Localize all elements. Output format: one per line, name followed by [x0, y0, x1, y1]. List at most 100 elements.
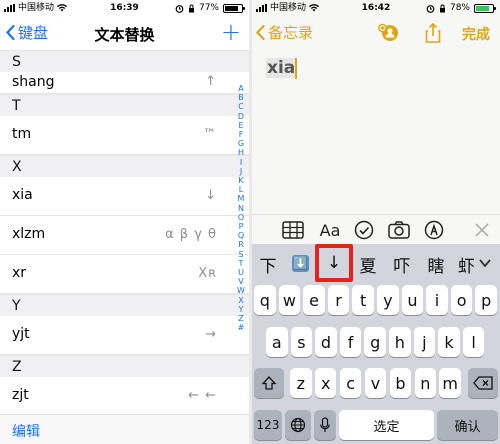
- section-header-x: X: [0, 155, 249, 177]
- index-letter[interactable]: Y: [235, 305, 247, 314]
- shift-key[interactable]: [254, 368, 284, 398]
- camera-icon[interactable]: [388, 219, 410, 241]
- settings-text-replacement-pane: 中国移动 16:39 77% 键盘 文本替换 + S shang ↑ T tm …: [0, 0, 249, 444]
- letter-key[interactable]: r: [327, 285, 350, 315]
- letter-key[interactable]: s: [290, 327, 313, 357]
- index-letter[interactable]: A: [235, 84, 247, 93]
- letter-key[interactable]: k: [438, 327, 460, 357]
- letter-key[interactable]: q: [254, 285, 276, 315]
- space-key[interactable]: 选定: [339, 410, 434, 440]
- letter-key[interactable]: d: [315, 327, 337, 357]
- text-style-button[interactable]: Aa: [318, 219, 342, 241]
- letter-key[interactable]: a: [266, 327, 288, 357]
- letter-key[interactable]: f: [339, 327, 362, 357]
- list-item[interactable]: shang ↑: [0, 72, 249, 94]
- delete-key[interactable]: [468, 368, 498, 398]
- letter-key[interactable]: w: [278, 285, 301, 315]
- shortcut-text: shang: [12, 74, 55, 90]
- index-letter[interactable]: Q: [235, 231, 247, 240]
- done-button[interactable]: 完成: [462, 24, 490, 44]
- list-item[interactable]: xia ↓: [0, 177, 249, 216]
- letter-key[interactable]: y: [377, 285, 399, 315]
- orientation-lock-icon: [439, 4, 445, 12]
- index-letter[interactable]: C: [235, 102, 247, 111]
- alarm-icon: [175, 4, 184, 13]
- checklist-icon[interactable]: [354, 219, 374, 241]
- page-title: 文本替换: [94, 26, 155, 44]
- letter-key[interactable]: e: [303, 285, 325, 315]
- table-icon[interactable]: [282, 219, 304, 241]
- letter-key[interactable]: t: [352, 285, 374, 315]
- index-letter[interactable]: I: [235, 158, 247, 167]
- letter-key[interactable]: b: [389, 368, 412, 398]
- letter-key[interactable]: v: [364, 368, 387, 398]
- index-letter[interactable]: N: [235, 204, 247, 213]
- index-letter[interactable]: B: [235, 93, 247, 102]
- back-button[interactable]: 备忘录: [256, 22, 313, 43]
- index-letter[interactable]: T: [235, 259, 247, 268]
- index-letter[interactable]: O: [235, 213, 247, 222]
- letter-key[interactable]: o: [450, 285, 473, 315]
- index-letter[interactable]: H: [235, 148, 247, 157]
- letter-key[interactable]: h: [389, 327, 411, 357]
- index-letter[interactable]: S: [235, 250, 247, 259]
- index-letter[interactable]: X: [235, 296, 247, 305]
- close-icon[interactable]: [474, 219, 490, 241]
- index-letter[interactable]: L: [235, 185, 247, 194]
- index-letter[interactable]: #: [235, 323, 247, 332]
- phrase-text: ™: [203, 127, 217, 142]
- list-item[interactable]: yjt →: [0, 316, 249, 355]
- index-letter[interactable]: D: [235, 112, 247, 121]
- letter-key[interactable]: n: [414, 368, 437, 398]
- letter-key[interactable]: g: [364, 327, 386, 357]
- index-letter[interactable]: V: [235, 277, 247, 286]
- shortcut-text: xia: [12, 187, 33, 203]
- list-item[interactable]: xr Xʀ: [0, 255, 249, 294]
- index-letter[interactable]: R: [235, 240, 247, 249]
- index-letter[interactable]: Z: [235, 314, 247, 323]
- index-letter[interactable]: G: [235, 139, 247, 148]
- letter-key[interactable]: l: [462, 327, 485, 357]
- format-toolbar: Aa: [252, 214, 500, 244]
- candidate-item[interactable]: ⬇️: [292, 255, 309, 272]
- candidate-item[interactable]: 吓: [390, 252, 414, 277]
- dictation-key[interactable]: [314, 410, 336, 440]
- index-letter[interactable]: P: [235, 222, 247, 231]
- letter-key[interactable]: i: [426, 285, 448, 315]
- edit-button[interactable]: 编辑: [12, 421, 40, 441]
- return-key[interactable]: 确认: [437, 410, 498, 440]
- highlight-box: [315, 244, 353, 282]
- candidate-item[interactable]: 虾: [458, 252, 474, 277]
- index-letter[interactable]: K: [235, 176, 247, 185]
- globe-key[interactable]: [285, 410, 311, 440]
- letter-key[interactable]: z: [290, 368, 312, 398]
- letter-key[interactable]: m: [439, 368, 461, 398]
- letter-key[interactable]: j: [413, 327, 436, 357]
- index-letter[interactable]: U: [235, 268, 247, 277]
- list-item[interactable]: zjt ← ←: [0, 377, 249, 416]
- phrase-text: ↓: [205, 188, 217, 203]
- index-letter[interactable]: E: [235, 121, 247, 130]
- index-letter[interactable]: W: [235, 286, 247, 295]
- index-letter[interactable]: M: [235, 194, 247, 203]
- candidate-item[interactable]: 下: [256, 252, 280, 277]
- note-editor[interactable]: xia: [252, 54, 500, 214]
- index-letter[interactable]: F: [235, 130, 247, 139]
- share-note-people-icon[interactable]: [378, 22, 400, 44]
- index-letter[interactable]: J: [235, 167, 247, 176]
- section-header-y: Y: [0, 294, 249, 316]
- letter-key[interactable]: p: [475, 285, 497, 315]
- letter-key[interactable]: u: [401, 285, 424, 315]
- candidate-item[interactable]: 瞎: [424, 252, 448, 277]
- markup-pen-icon[interactable]: [424, 219, 444, 241]
- letter-key[interactable]: x: [314, 368, 337, 398]
- letter-key[interactable]: c: [339, 368, 362, 398]
- list-item[interactable]: xlzm α β γ θ: [0, 216, 249, 255]
- add-button[interactable]: +: [221, 18, 241, 46]
- chevron-down-icon[interactable]: [478, 257, 492, 269]
- list-item[interactable]: tm ™: [0, 116, 249, 155]
- section-index[interactable]: A B C D E F G H I J K L M N O P Q R S T U V W X Y Z #: [235, 84, 247, 332]
- candidate-item[interactable]: 夏: [356, 252, 380, 277]
- numbers-key[interactable]: 123: [254, 410, 282, 440]
- share-icon[interactable]: [422, 22, 444, 44]
